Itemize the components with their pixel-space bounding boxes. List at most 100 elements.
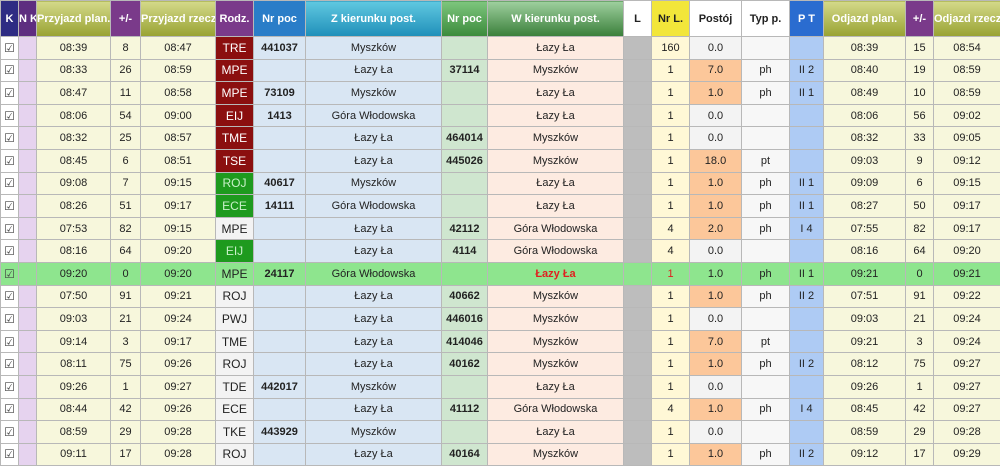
checkbox-icon[interactable]: ☑ xyxy=(0,261,19,286)
arrival-delay: 1 xyxy=(110,374,141,399)
col-header-track-number[interactable]: Nr L. xyxy=(651,0,690,37)
track-number: 1 xyxy=(651,58,690,83)
checkbox-icon[interactable]: ☑ xyxy=(0,329,19,354)
l-cell xyxy=(623,81,652,105)
checkbox-icon[interactable]: ☑ xyxy=(4,244,15,258)
train-type: TME xyxy=(215,126,254,150)
table-row[interactable]: ☑ 08:59 29 09:28 TKE 443929 Myszków Łazy Ła 1 0.0… xyxy=(0,420,1000,444)
checkbox-icon[interactable]: ☑ xyxy=(0,81,19,105)
checkbox-icon[interactable]: ☑ xyxy=(4,63,15,77)
checkbox-icon[interactable]: ☑ xyxy=(4,86,15,100)
departure-real: 09:24 xyxy=(933,307,1000,331)
table-row[interactable]: ☑ 08:32 25 08:57 TME Łazy Ła 464014 Myszków 1 0.0… xyxy=(0,126,1000,150)
checkbox-icon[interactable]: ☑ xyxy=(4,425,15,439)
checkbox-icon[interactable]: ☑ xyxy=(0,307,19,331)
table-row[interactable]: ☑ 08:06 54 09:00 EIJ 1413 Góra Włodowska Łazy Ł… xyxy=(0,103,1000,128)
checkbox-icon[interactable]: ☑ xyxy=(4,335,15,349)
table-row[interactable]: ☑ 08:47 11 08:58 MPE 73109 Myszków Łazy Ła 1 1.0 p… xyxy=(0,81,1000,105)
checkbox-icon[interactable]: ☑ xyxy=(0,148,19,173)
train-number-out: 41112 xyxy=(441,397,488,422)
train-type: ROJ xyxy=(215,171,254,196)
checkbox-icon[interactable]: ☑ xyxy=(0,442,19,467)
checkbox-icon[interactable]: ☑ xyxy=(0,194,19,218)
checkbox-icon[interactable]: ☑ xyxy=(4,447,15,461)
table-row[interactable]: ☑ 09:08 7 09:15 ROJ 40617 Myszków Łazy Ła 1 1.0 ph… xyxy=(0,171,1000,196)
table-row[interactable]: ☑ 08:45 6 08:51 TSE Łazy Ła 445026 Myszków 1 18.0… xyxy=(0,148,1000,173)
table-row[interactable]: ☑ 08:16 64 09:20 EIJ Łazy Ła 4114 Góra Włodowsk… xyxy=(0,239,1000,263)
departure-real: 09:27 xyxy=(933,352,1000,376)
col-header-from[interactable]: Z kierunku post. xyxy=(305,0,442,37)
checkbox-icon[interactable]: ☑ xyxy=(0,126,19,150)
track-number: 1 xyxy=(651,307,690,331)
col-header-train-number-2[interactable]: Nr poc xyxy=(441,0,488,37)
checkbox-icon[interactable]: ☑ xyxy=(0,420,19,444)
departure-planned: 08:16 xyxy=(823,239,906,263)
checkbox-icon[interactable]: ☑ xyxy=(4,41,15,55)
checkbox-icon[interactable]: ☑ xyxy=(4,199,15,213)
checkbox-icon[interactable]: ☑ xyxy=(0,352,19,376)
col-header-departure-real[interactable]: Odjazd rzecz. xyxy=(933,0,1000,37)
arrival-planned: 09:14 xyxy=(36,329,111,354)
table-row[interactable]: ☑ 08:33 26 08:59 MPE Łazy Ła 37114 Myszków 1 7.0 p… xyxy=(0,58,1000,83)
checkbox-icon[interactable]: ☑ xyxy=(4,289,15,303)
checkbox-icon[interactable]: ☑ xyxy=(4,357,15,371)
checkbox-icon[interactable]: ☑ xyxy=(4,380,15,394)
from-station: Łazy Ła xyxy=(305,148,442,173)
to-station: Myszków xyxy=(487,307,624,331)
col-header-type[interactable]: Rodz. xyxy=(215,0,254,37)
checkbox-icon[interactable]: ☑ xyxy=(4,131,15,145)
checkbox-icon[interactable]: ☑ xyxy=(0,239,19,263)
checkbox-icon[interactable]: ☑ xyxy=(0,58,19,83)
l-cell xyxy=(623,352,652,376)
col-header-platform-track[interactable]: P T xyxy=(789,0,824,37)
checkbox-icon[interactable]: ☑ xyxy=(0,36,19,60)
col-header-stop-time[interactable]: Postój xyxy=(689,0,742,37)
departure-real: 09:12 xyxy=(933,148,1000,173)
train-type: ECE xyxy=(215,194,254,218)
checkbox-icon[interactable]: ☑ xyxy=(0,103,19,128)
col-header-train-number[interactable]: Nr poc xyxy=(253,0,306,37)
col-header-departure-planned[interactable]: Odjazd plan. xyxy=(823,0,906,37)
checkbox-icon[interactable]: ☑ xyxy=(4,109,15,123)
departure-real: 09:27 xyxy=(933,374,1000,399)
checkbox-icon[interactable]: ☑ xyxy=(0,284,19,309)
col-header-stop-type[interactable]: Typ p. xyxy=(741,0,790,37)
departure-delay: 21 xyxy=(905,307,934,331)
table-row[interactable]: ☑ 09:14 3 09:17 TME Łazy Ła 414046 Myszków 1 7.0 p… xyxy=(0,329,1000,354)
arrival-real: 09:28 xyxy=(140,420,216,444)
table-row[interactable]: ☑ 07:53 82 09:15 MPE Łazy Ła 42112 Góra Włodows… xyxy=(0,216,1000,241)
table-row[interactable]: ☑ 08:26 51 09:17 ECE 14111 Góra Włodowska Łazy … xyxy=(0,194,1000,218)
checkbox-icon[interactable]: ☑ xyxy=(4,402,15,416)
col-header-l[interactable]: L xyxy=(623,0,652,37)
table-row[interactable]: ☑ 09:26 1 09:27 TDE 442017 Myszków Łazy Ła 1 0.0 0… xyxy=(0,374,1000,399)
checkbox-icon[interactable]: ☑ xyxy=(0,171,19,196)
col-header-arrival-planned[interactable]: Przyjazd plan. xyxy=(36,0,111,37)
checkbox-icon[interactable]: ☑ xyxy=(0,374,19,399)
table-row[interactable]: ☑ 08:11 75 09:26 ROJ Łazy Ła 40162 Myszków 1 1.0 p… xyxy=(0,352,1000,376)
checkbox-icon[interactable]: ☑ xyxy=(4,222,15,236)
checkbox-icon[interactable]: ☑ xyxy=(4,267,15,281)
table-row[interactable]: ☑ 08:44 42 09:26 ECE Łazy Ła 41112 Góra Włodows… xyxy=(0,397,1000,422)
col-header-nk[interactable]: N K xyxy=(18,0,37,37)
table-row[interactable]: ☑ 09:11 17 09:28 ROJ Łazy Ła 40164 Myszków 1 1.0 p… xyxy=(0,442,1000,467)
arrival-planned: 08:45 xyxy=(36,148,111,173)
checkbox-icon[interactable]: ☑ xyxy=(4,312,15,326)
checkbox-icon[interactable]: ☑ xyxy=(4,154,15,168)
stop-type xyxy=(741,239,790,263)
table-row[interactable]: ☑ 07:50 91 09:21 ROJ Łazy Ła 40662 Myszków 1 1.0 p… xyxy=(0,284,1000,309)
checkbox-icon[interactable]: ☑ xyxy=(4,176,15,190)
arrival-planned: 08:26 xyxy=(36,194,111,218)
col-header-departure-delay[interactable]: +/- xyxy=(905,0,934,37)
l-cell xyxy=(623,442,652,467)
table-row[interactable]: ☑ 09:20 0 09:20 MPE 24117 Góra Włodowska Łazy Ł… xyxy=(0,261,1000,286)
col-header-arrival-delay[interactable]: +/- xyxy=(110,0,141,37)
checkbox-icon[interactable]: ☑ xyxy=(0,216,19,241)
col-header-to[interactable]: W kierunku post. xyxy=(487,0,624,37)
table-row[interactable]: ☑ 09:03 21 09:24 PWJ Łazy Ła 446016 Myszków 1 0.0… xyxy=(0,307,1000,331)
col-header-k[interactable]: K xyxy=(0,0,19,37)
track-number: 1 xyxy=(651,148,690,173)
table-row[interactable]: ☑ 08:39 8 08:47 TRE 441037 Myszków Łazy Ła 160 0.… xyxy=(0,36,1000,60)
departure-delay: 3 xyxy=(905,329,934,354)
col-header-arrival-real[interactable]: Przyjazd rzecz. xyxy=(140,0,216,37)
checkbox-icon[interactable]: ☑ xyxy=(0,397,19,422)
